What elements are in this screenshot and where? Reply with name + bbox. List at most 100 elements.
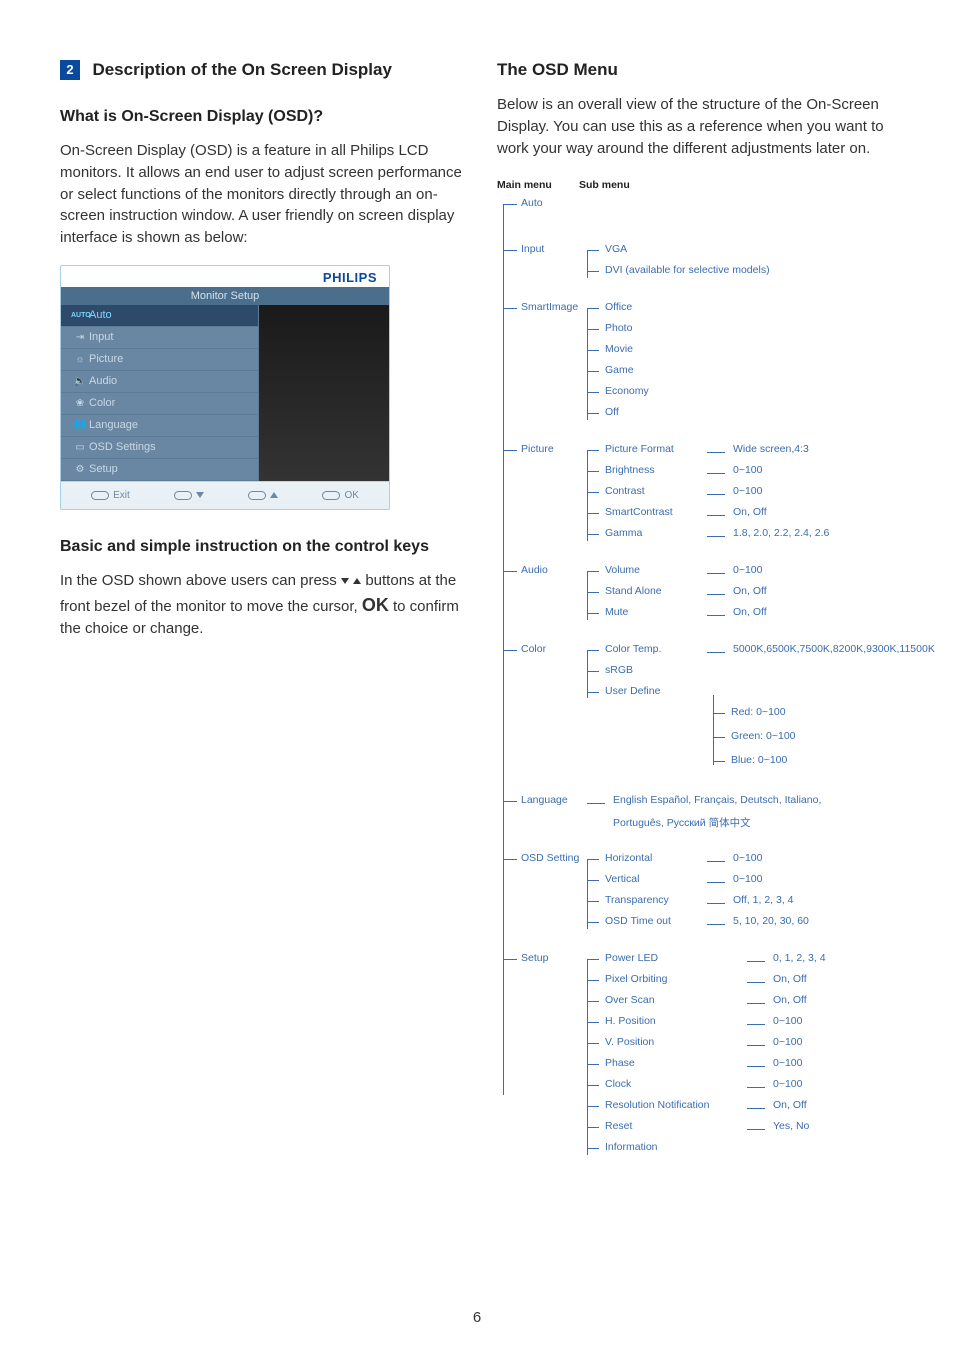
input-icon: ⇥ [71,332,89,343]
tree-main-label: Color [497,643,587,655]
section-title: Description of the On Screen Display [92,60,391,79]
osd-menu-label: Language [89,419,138,431]
osd-menu-tree: Main menu Sub menu Auto Input VGA DVI (a… [497,179,904,1162]
tree-sub-label: Office [587,301,632,313]
tree-main-color: Color Color Temp.5000K,6500K,7500K,8200K… [497,643,904,778]
osd-footer-exit: Exit [113,490,130,501]
tree-option: English Español, Français, Deutsch, Ital… [613,794,904,806]
tree-header-main: Main menu [497,179,579,191]
osd-menu-item-language: 🌐 Language [61,415,258,437]
tree-option: 1.8, 2.0, 2.2, 2.4, 2.6 [733,527,904,539]
tree-option: 0~100 [773,1078,904,1090]
tree-option: On, Off [773,1099,904,1111]
osd-menu-list: AUTO Auto ⇥ Input ☼ Picture 🔈 Audio [61,305,258,481]
tree-option: On, Off [733,585,904,597]
ok-label: OK [362,595,389,615]
tree-option: 0~100 [773,1036,904,1048]
tree-option: 0, 1, 2, 3, 4 [773,952,904,964]
tree-sub-label: Economy [587,385,649,397]
tree-main-language: Language English Español, Français, Deut… [497,794,904,836]
tree-option: 0~100 [733,564,904,576]
triangle-down-icon [196,492,204,498]
osd-menu-item-audio: 🔈 Audio [61,371,258,393]
tree-sub-label: DVI (available for selective models) [587,264,770,276]
tree-sub-label: Gamma [587,527,707,539]
tree-sub-label: Photo [587,322,632,334]
tree-option: 5, 10, 20, 30, 60 [733,915,904,927]
tree-option: Yes, No [773,1120,904,1132]
tree-sub-label: Movie [587,343,633,355]
tree-sub-label: Power LED [587,952,747,964]
heading-osd-menu: The OSD Menu [497,60,904,80]
pill-button-icon [248,491,266,500]
tree-option: On, Off [733,506,904,518]
osd-settings-icon: ▭ [71,442,89,453]
tree-sub-label: SmartContrast [587,506,707,518]
tree-option: On, Off [733,606,904,618]
picture-icon: ☼ [71,354,89,365]
tree-main-setup: Setup Power LED0, 1, 2, 3, 4 Pixel Orbit… [497,952,904,1162]
paragraph-what-is-osd: On-Screen Display (OSD) is a feature in … [60,140,467,249]
tree-sub-label: Transparency [587,894,707,906]
osd-footer-ok: OK [344,490,358,501]
tree-main-osd-setting: OSD Setting Horizontal 0~100 Vertical 0~10… [497,852,904,936]
tree-header-sub: Sub menu [579,179,630,191]
osd-menu-item-osd-settings: ▭ OSD Settings [61,437,258,459]
tree-sub-label: Vertical [587,873,707,885]
paragraph-basic-instructions: In the OSD shown above users can press b… [60,570,467,640]
tree-sub-label: OSD Time out [587,915,707,927]
tree-main-label: OSD Setting [497,852,587,864]
tree-option: 0~100 [773,1015,904,1027]
tree-sub-label: Horizontal [587,852,707,864]
tree-sub-label: H. Position [587,1015,747,1027]
heading-what-is-osd: What is On-Screen Display (OSD)? [60,108,467,126]
osd-menu-label: Audio [89,375,117,387]
tree-option: 0~100 [733,852,904,864]
tree-option: Green: 0~100 [717,730,935,742]
section-number-badge: 2 [60,60,80,80]
osd-menu-item-picture: ☼ Picture [61,349,258,371]
osd-menu-label: Input [89,331,113,343]
tree-sub-label: Reset [587,1120,747,1132]
osd-menu-label: Color [89,397,115,409]
tree-option: Blue: 0~100 [717,754,935,766]
tree-main-smartimage: SmartImage Office Photo Movie Game Econo… [497,301,904,427]
text-fragment: In the OSD shown above users can press [60,572,341,589]
osd-menu-item-color: ❀ Color [61,393,258,415]
tree-option: Português, Русский 简体中文 [587,815,904,830]
osd-menu-label: Auto [89,309,112,321]
tree-main-label: SmartImage [497,301,587,313]
tree-sub-label: V. Position [587,1036,747,1048]
tree-option: Off, 1, 2, 3, 4 [733,894,904,906]
osd-footer: Exit OK [61,481,389,509]
tree-option: Wide screen,4:3 [733,443,904,455]
color-icon: ❀ [71,398,89,409]
pill-button-icon [91,491,109,500]
tree-main-auto: Auto [497,197,904,209]
tree-sub-label: Phase [587,1057,747,1069]
tree-sub-label: User Define [587,685,707,697]
tree-sub-label: VGA [587,243,627,255]
tree-option: 5000K,6500K,7500K,8200K,9300K,11500K [733,643,935,655]
tree-main-picture: Picture Picture FormatWide screen,4:3 Br… [497,443,904,548]
osd-menu-item-setup: ⚙ Setup [61,459,258,481]
tree-option: 0~100 [773,1057,904,1069]
tree-sub-label: sRGB [587,664,633,676]
tree-option: On, Off [773,994,904,1006]
tree-option: 0~100 [733,873,904,885]
tree-main-label: Auto [497,197,587,209]
tree-main-label: Input [497,243,587,255]
tree-sub-label: Brightness [587,464,707,476]
page-number: 6 [0,1309,954,1326]
osd-menu-item-input: ⇥ Input [61,327,258,349]
tree-main-label: Setup [497,952,587,964]
osd-menu-label: OSD Settings [89,441,156,453]
tree-sub-label: Off [587,406,619,418]
pill-button-icon [174,491,192,500]
tree-main-audio: Audio Volume0~100 Stand AloneOn, Off Mut… [497,564,904,627]
tree-sub-label: Color Temp. [587,643,707,655]
paragraph-osd-menu: Below is an overall view of the structur… [497,94,904,159]
tree-sub-label: Resolution Notification [587,1099,747,1111]
auto-icon: AUTO [71,312,89,319]
osd-window-title: Monitor Setup [61,287,389,305]
